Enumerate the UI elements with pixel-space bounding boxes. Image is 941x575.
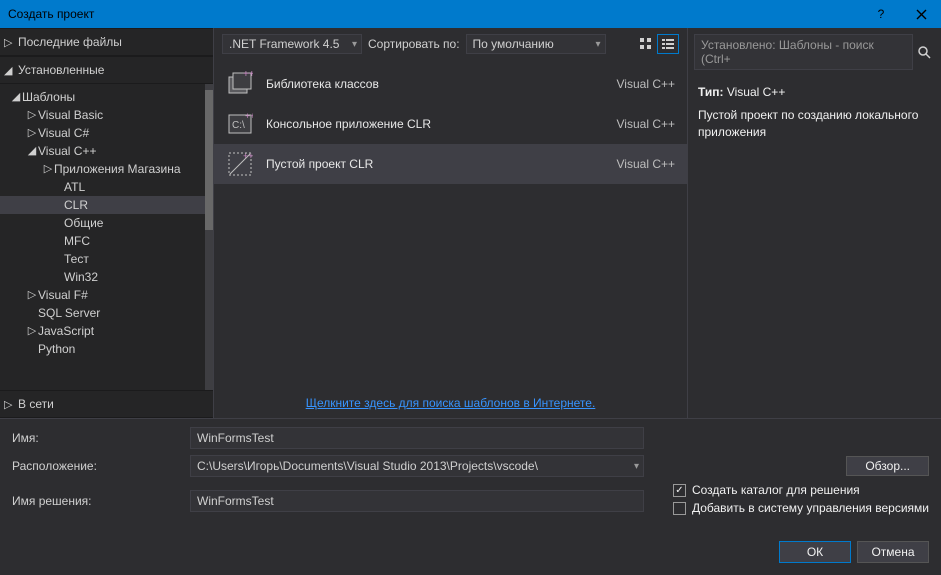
svg-text:++: ++: [243, 151, 253, 161]
section-installed[interactable]: ◢ Установленные: [0, 56, 213, 84]
tree-item-javascript[interactable]: ▷ JavaScript: [0, 322, 205, 340]
source-control-label: Добавить в систему управления версиями: [692, 501, 929, 515]
online-templates-link-row: Щелкните здесь для поиска шаблонов в Инт…: [214, 388, 687, 418]
tree-item-sql-server[interactable]: SQL Server: [0, 304, 205, 322]
section-recent[interactable]: ▷ Последние файлы: [0, 28, 213, 56]
chevron-right-icon: ▷: [26, 288, 38, 301]
chevron-right-icon: ▷: [4, 398, 12, 411]
tree-item-general[interactable]: Общие: [0, 214, 205, 232]
chevron-down-icon: ◢: [4, 64, 12, 77]
info-description: Пустой проект по созданию локального при…: [698, 107, 931, 141]
create-dir-checkbox[interactable]: ✓: [673, 484, 686, 497]
tree-item-test[interactable]: Тест: [0, 250, 205, 268]
name-input[interactable]: WinFormsTest: [190, 427, 644, 449]
tree-item-visual-fsharp[interactable]: ▷ Visual F#: [0, 286, 205, 304]
location-input[interactable]: C:\Users\Игорь\Documents\Visual Studio 2…: [190, 455, 644, 477]
tree-item-mfc[interactable]: MFC: [0, 232, 205, 250]
template-row[interactable]: ++ Библиотека классов Visual C++: [214, 64, 687, 104]
template-row[interactable]: ++ Пустой проект CLR Visual C++: [214, 144, 687, 184]
center-panel: .NET Framework 4.5 ▾ Сортировать по: По …: [214, 28, 687, 418]
location-label: Расположение:: [12, 459, 182, 473]
tree-item-atl[interactable]: ATL: [0, 178, 205, 196]
empty-project-icon: ++: [226, 150, 254, 178]
chevron-down-icon: ◢: [26, 144, 38, 157]
search-icon: [917, 45, 931, 59]
view-grid-button[interactable]: [635, 34, 657, 54]
help-button[interactable]: ?: [861, 0, 901, 28]
template-list: ++ Библиотека классов Visual C++ C:\++ К…: [214, 60, 687, 388]
svg-text:++: ++: [245, 111, 253, 121]
chevron-right-icon: ▷: [42, 162, 54, 175]
chevron-right-icon: ▷: [26, 108, 38, 121]
window-title: Создать проект: [8, 7, 94, 21]
grid-icon: [639, 37, 653, 51]
tree-item-win32[interactable]: Win32: [0, 268, 205, 286]
svg-text:C:\: C:\: [232, 120, 245, 131]
chevron-right-icon: ▷: [26, 324, 38, 337]
caret-down-icon: ▾: [634, 461, 639, 472]
view-list-button[interactable]: [657, 34, 679, 54]
tree-item-store-apps[interactable]: ▷ Приложения Магазина: [0, 160, 205, 178]
chevron-right-icon: ▷: [4, 36, 12, 49]
template-row[interactable]: C:\++ Консольное приложение CLR Visual C…: [214, 104, 687, 144]
template-info: Тип: Visual C++ Пустой проект по создани…: [688, 76, 941, 148]
caret-down-icon: ▾: [596, 39, 601, 50]
tree-item-visual-cpp[interactable]: ◢ Visual C++: [0, 142, 205, 160]
close-icon: [916, 9, 927, 20]
caret-down-icon: ▾: [352, 39, 357, 50]
search-input[interactable]: Установлено: Шаблоны - поиск (Ctrl+: [694, 34, 913, 70]
section-recent-label: Последние файлы: [18, 35, 122, 49]
source-control-checkbox[interactable]: [673, 502, 686, 515]
tree-item-visual-basic[interactable]: ▷ Visual Basic: [0, 106, 205, 124]
framework-combo[interactable]: .NET Framework 4.5 ▾: [222, 34, 362, 54]
create-dir-label: Создать каталог для решения: [692, 483, 860, 497]
solution-name-label: Имя решения:: [12, 494, 182, 508]
left-panel: ▷ Последние файлы ◢ Установленные ◢ Шабл…: [0, 28, 214, 418]
name-label: Имя:: [12, 431, 182, 445]
list-icon: [661, 37, 675, 51]
close-button[interactable]: [901, 0, 941, 28]
template-tree: ◢ Шаблоны ▷ Visual Basic ▷ Visual C# ◢ V…: [0, 84, 205, 390]
class-library-icon: ++: [226, 70, 254, 98]
scrollbar-thumb[interactable]: [205, 90, 213, 230]
right-panel: Установлено: Шаблоны - поиск (Ctrl+ Тип:…: [687, 28, 941, 418]
section-installed-label: Установленные: [18, 63, 104, 77]
svg-text:++: ++: [243, 71, 253, 80]
ok-button[interactable]: ОК: [779, 541, 851, 563]
sort-combo[interactable]: По умолчанию ▾: [466, 34, 606, 54]
dialog-buttons: ОК Отмена: [0, 535, 941, 575]
info-type-value: Visual C++: [727, 85, 785, 99]
tree-item-visual-csharp[interactable]: ▷ Visual C#: [0, 124, 205, 142]
search-button[interactable]: [913, 41, 935, 63]
chevron-down-icon: ◢: [10, 90, 22, 103]
toolbar: .NET Framework 4.5 ▾ Сортировать по: По …: [214, 28, 687, 60]
sort-label: Сортировать по:: [368, 37, 460, 51]
tree-item-templates[interactable]: ◢ Шаблоны: [0, 88, 205, 106]
browse-button[interactable]: Обзор...: [846, 456, 929, 476]
chevron-right-icon: ▷: [26, 126, 38, 139]
online-templates-link[interactable]: Щелкните здесь для поиска шаблонов в Инт…: [306, 396, 596, 410]
tree-scrollbar[interactable]: [205, 84, 213, 390]
tree-item-python[interactable]: Python: [0, 340, 205, 358]
bottom-panel: Имя: WinFormsTest Расположение: C:\Users…: [0, 418, 941, 535]
console-app-icon: C:\++: [226, 110, 254, 138]
section-online-label: В сети: [18, 397, 54, 411]
cancel-button[interactable]: Отмена: [857, 541, 929, 563]
solution-name-input[interactable]: WinFormsTest: [190, 490, 644, 512]
titlebar: Создать проект ?: [0, 0, 941, 28]
tree-item-clr[interactable]: CLR: [0, 196, 205, 214]
info-type-label: Тип:: [698, 85, 724, 99]
section-online[interactable]: ▷ В сети: [0, 390, 213, 418]
